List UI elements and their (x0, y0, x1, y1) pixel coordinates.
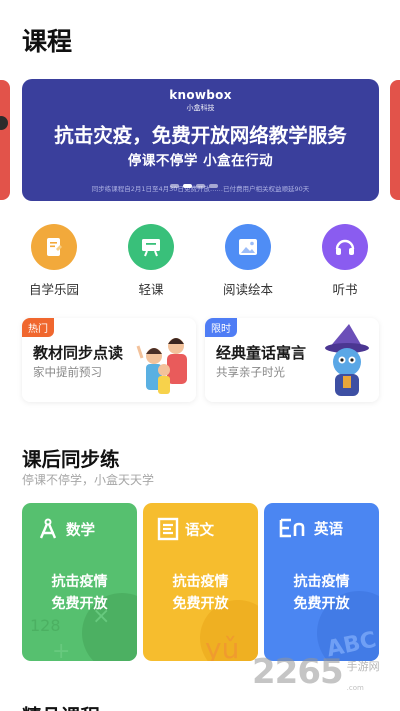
promo-card-fairytale[interactable]: 限时 经典童话寓言 共享亲子时光 (205, 318, 379, 402)
quick-entry-label: 听书 (332, 282, 358, 297)
section-subtitle: 停课不停学，小盒天天学 (22, 473, 155, 487)
english-en-icon (279, 518, 305, 538)
promo-subtitle: 共享亲子时光 (216, 365, 285, 379)
subject-card-math[interactable]: 128 × + 数学 抗击疫情 免费开放 (22, 503, 137, 661)
banner-prev-peek[interactable] (0, 80, 10, 200)
svg-text:yǔ: yǔ (205, 632, 239, 661)
quick-entry-light-course[interactable]: 轻课 (111, 224, 191, 298)
promo-banner[interactable]: knowbox 小盒科技 抗击灾疫，免费开放网络教学服务 停课不停学 小盒在行动… (22, 79, 379, 201)
subject-name: 英语 (314, 521, 343, 538)
carousel-dot[interactable] (196, 184, 205, 188)
subject-card-english[interactable]: ABC 英语 抗击疫情 免费开放 (264, 503, 379, 661)
subject-header: 数学 (36, 517, 95, 541)
subject-line1: 抗击疫情 (51, 574, 108, 590)
carousel-dot[interactable] (209, 184, 218, 188)
subject-line2: 免费开放 (293, 596, 350, 612)
book-pencil-icon (31, 224, 77, 270)
quick-entry-audiobook[interactable]: 听书 (305, 224, 385, 298)
site-watermark: 2265 手游网 .com (252, 652, 380, 692)
math-compass-icon (39, 518, 57, 539)
promo-subtitle: 家中提前预习 (33, 365, 102, 379)
quick-entry-label: 轻课 (138, 282, 164, 297)
quick-entry-self-study[interactable]: 自学乐园 (14, 224, 94, 298)
promo-title: 经典童话寓言 (216, 344, 307, 362)
svg-text:+: + (52, 639, 70, 661)
subject-header: 语文 (157, 517, 214, 541)
promo-card-textbook[interactable]: 热门 教材同步点读 家中提前预习 (22, 318, 196, 402)
subject-line1: 抗击疫情 (172, 574, 229, 590)
family-illustration (136, 338, 196, 402)
svg-text:128: 128 (30, 616, 61, 635)
watermark-label: 手游网 (346, 660, 380, 673)
subject-line2: 免费开放 (172, 596, 229, 612)
brand-logo: knowbox 小盒科技 (22, 88, 379, 113)
banner-next-peek[interactable] (390, 80, 400, 200)
headphones-icon (322, 224, 368, 270)
banner-headline: 抗击灾疫，免费开放网络教学服务 (54, 124, 347, 147)
quick-entry-row: 自学乐园 轻课 阅读绘本 听书 (0, 224, 400, 304)
brand-sub: 小盒科技 (186, 104, 215, 112)
wizard-illustration (325, 324, 369, 396)
promo-title: 教材同步点读 (33, 344, 124, 362)
easel-board-icon (128, 224, 174, 270)
picture-book-icon (225, 224, 271, 270)
brand-name: knowbox (169, 88, 232, 102)
carousel-dot-active[interactable] (183, 184, 192, 188)
next-section-title: 精品课程 (22, 700, 100, 711)
watermark-number: 2265 (252, 652, 344, 692)
carousel-dots (170, 184, 218, 188)
subject-header: 英语 (278, 517, 343, 539)
watermark-suffix: .com (346, 684, 364, 692)
subject-line2: 免费开放 (51, 596, 108, 612)
hot-badge: 热门 (22, 318, 54, 337)
subject-name: 数学 (66, 522, 95, 539)
chinese-char-icon (157, 517, 179, 541)
subject-line1: 抗击疫情 (293, 574, 350, 590)
banner-subline: 停课不停学 小盒在行动 (127, 153, 274, 169)
limited-badge: 限时 (205, 318, 237, 337)
quick-entry-label: 自学乐园 (28, 282, 79, 297)
quick-entry-label: 阅读绘本 (222, 282, 273, 297)
subject-name: 语文 (185, 522, 214, 539)
carousel-dot[interactable] (170, 184, 179, 188)
page-title: 课程 (22, 27, 73, 56)
subject-card-chinese[interactable]: yǔ 语文 抗击疫情 免费开放 (143, 503, 258, 661)
quick-entry-picture-book[interactable]: 阅读绘本 (208, 224, 288, 298)
section-title: 课后同步练 (22, 448, 120, 471)
